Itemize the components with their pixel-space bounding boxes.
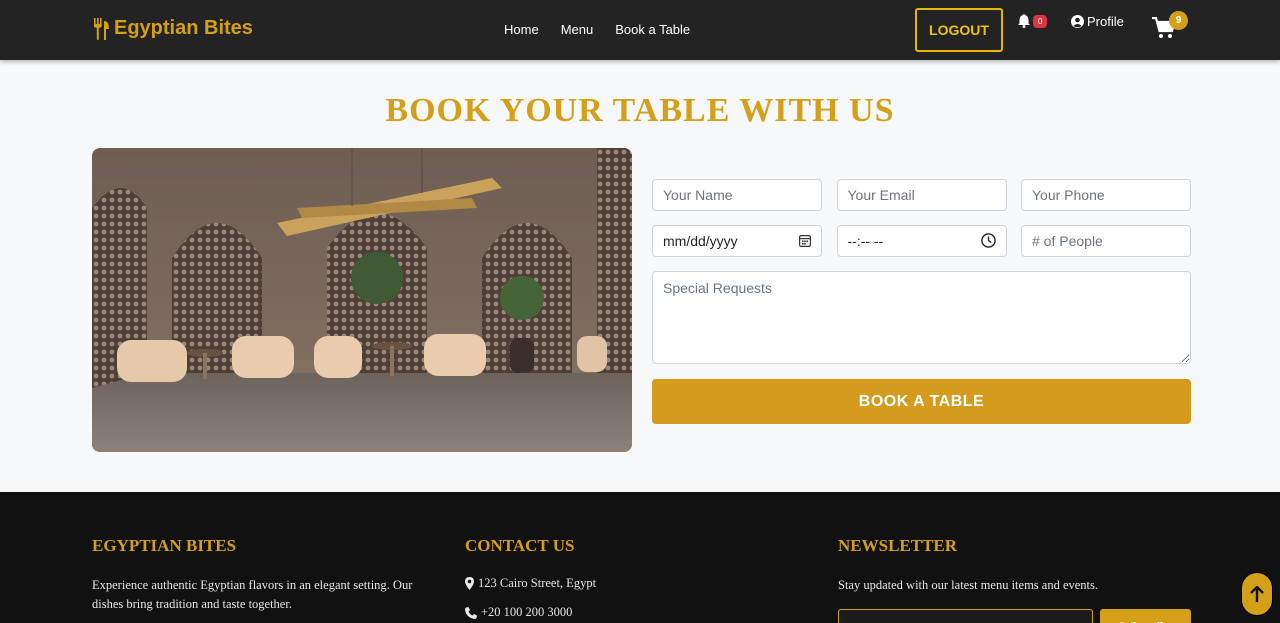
footer-about-title: EGYPTIAN BITES: [92, 536, 237, 555]
email-field[interactable]: [836, 179, 1007, 211]
brand-name: Egyptian Bites: [114, 17, 253, 39]
user-circle-icon: [1071, 15, 1084, 28]
nav-home[interactable]: Home: [504, 22, 539, 37]
date-field[interactable]: mm/dd/yyyy: [652, 225, 822, 257]
name-field[interactable]: [652, 179, 822, 211]
phone-field[interactable]: [1021, 179, 1191, 211]
profile-label: Profile: [1087, 14, 1124, 29]
subscribe-button[interactable]: Subscribe: [1100, 609, 1191, 623]
brand-logo[interactable]: Egyptian Bites: [92, 17, 253, 40]
arrow-up-icon: [1250, 585, 1264, 602]
nav-links: Home Menu Book a Table: [504, 22, 712, 37]
contact-phone-text: +20 100 200 3000: [481, 605, 573, 619]
footer-newsletter-text: Stay updated with our latest menu items …: [838, 578, 1099, 592]
bell-icon[interactable]: [1018, 14, 1030, 28]
map-marker-icon: [465, 577, 474, 590]
date-placeholder: mm/dd/yyyy: [663, 233, 738, 249]
footer-about: EGYPTIAN BITES Experience authentic Egyp…: [92, 536, 432, 614]
newsletter-email-input[interactable]: [838, 609, 1093, 623]
contact-phone: +20 100 200 3000: [465, 605, 765, 620]
page-title: BOOK YOUR TABLE WITH US: [385, 92, 895, 129]
footer-contact: CONTACT US 123 Cairo Street, Egypt +20 1…: [465, 536, 765, 623]
profile-link[interactable]: Profile: [1071, 14, 1124, 29]
booking-form: mm/dd/yyyy --:-- -- BOOK A TABLE: [652, 179, 1191, 424]
time-placeholder: --:-- --: [847, 233, 884, 249]
time-field[interactable]: --:-- --: [836, 225, 1007, 257]
cart-count-badge: 9: [1169, 11, 1188, 30]
book-table-button[interactable]: BOOK A TABLE: [652, 379, 1191, 424]
restaurant-interior-image: [92, 148, 632, 452]
calendar-icon[interactable]: [799, 234, 811, 247]
contact-address: 123 Cairo Street, Egypt: [465, 576, 765, 591]
footer-newsletter-title: NEWSLETTER: [838, 536, 958, 555]
notification-badge: 0: [1033, 15, 1048, 28]
scroll-to-top-button[interactable]: [1241, 572, 1273, 616]
utensils-icon: [94, 17, 109, 40]
footer-newsletter: NEWSLETTER Stay updated with our latest …: [838, 536, 1198, 623]
people-field[interactable]: [1021, 225, 1191, 257]
clock-icon[interactable]: [980, 233, 996, 248]
footer-contact-title: CONTACT US: [465, 536, 575, 555]
navbar: Egyptian Bites Home Menu Book a Table LO…: [0, 0, 1280, 60]
logout-button[interactable]: LOGOUT: [915, 8, 1003, 52]
nav-menu[interactable]: Menu: [561, 22, 594, 37]
nav-book-table[interactable]: Book a Table: [615, 22, 690, 37]
footer-about-text: Experience authentic Egyptian flavors in…: [92, 578, 413, 611]
contact-address-text: 123 Cairo Street, Egypt: [478, 576, 597, 590]
footer: EGYPTIAN BITES Experience authentic Egyp…: [0, 492, 1280, 623]
special-requests-field[interactable]: [652, 271, 1191, 364]
phone-icon: [465, 606, 477, 619]
